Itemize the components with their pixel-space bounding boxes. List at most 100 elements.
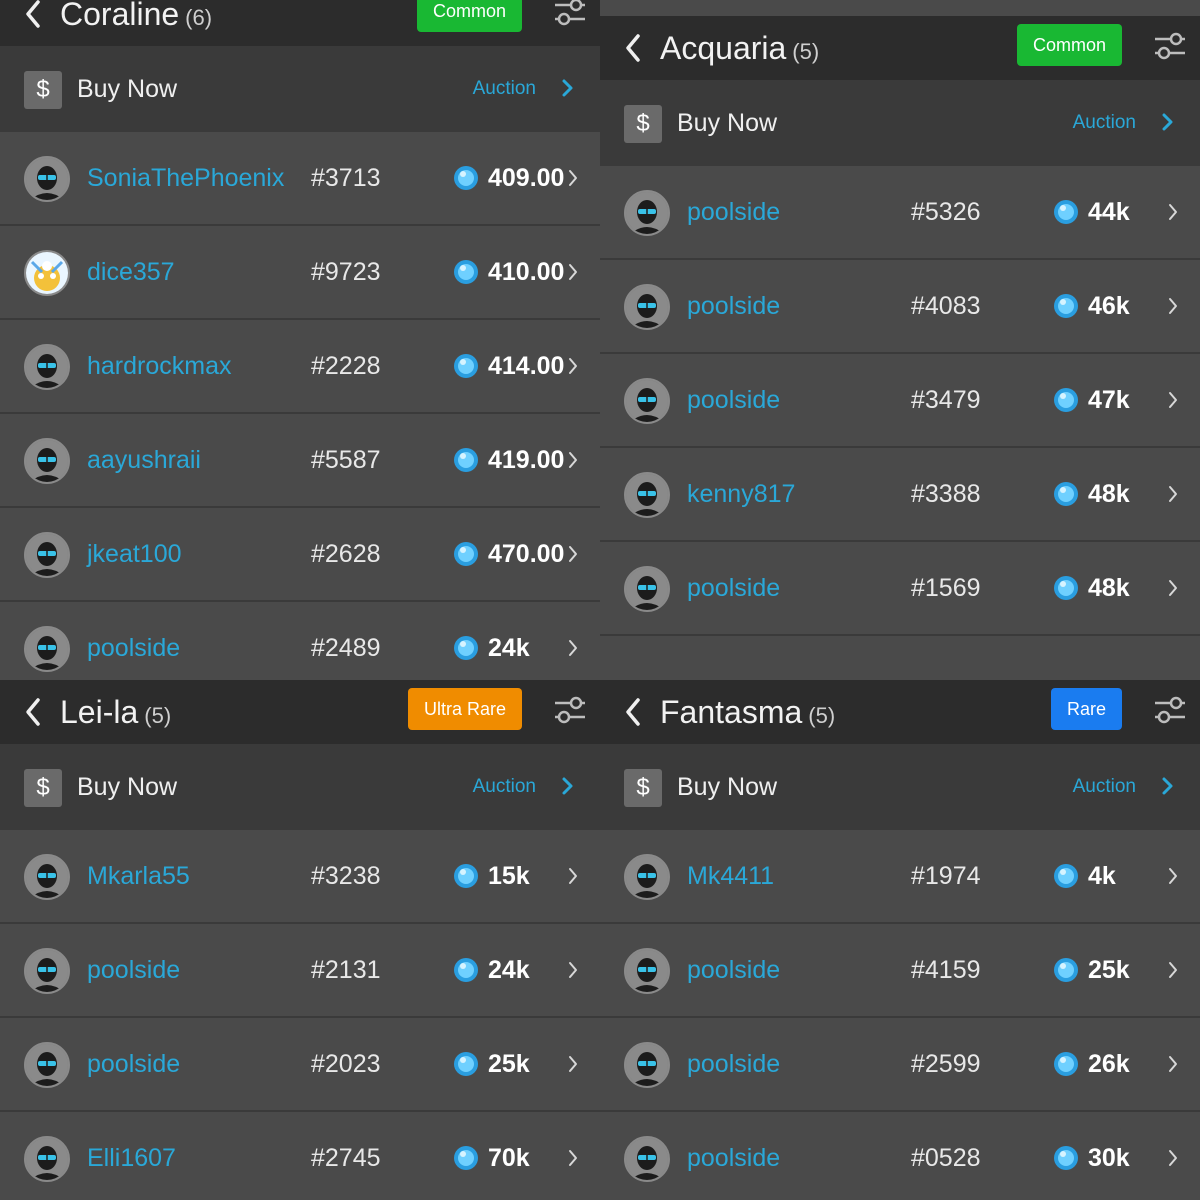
gem-currency-icon [453,259,479,285]
seller-username[interactable]: Mkarla55 [87,830,190,922]
listing-row[interactable]: poolside #3479 47k [600,354,1200,448]
sale-type-bar: $ Buy Now Auction [0,744,600,830]
chevron-right-icon[interactable] [568,168,578,188]
chevron-right-icon[interactable] [1160,107,1176,137]
chevron-right-icon[interactable] [1168,390,1178,410]
rarity-badge[interactable]: Ultra Rare [407,688,522,730]
seller-username[interactable]: kenny817 [687,448,795,540]
buy-now-label[interactable]: Buy Now [677,80,777,166]
chevron-right-icon[interactable] [568,638,578,658]
listing-row[interactable]: poolside #4159 25k [600,924,1200,1018]
chevron-right-icon[interactable] [560,771,576,801]
chevron-right-icon[interactable] [1168,1148,1178,1168]
listing-price: 48k [1088,480,1130,508]
listing-row[interactable]: poolside #1569 48k [600,542,1200,636]
chevron-right-icon[interactable] [1168,296,1178,316]
listing-row[interactable]: poolside #4083 46k [600,260,1200,354]
chevron-right-icon[interactable] [568,262,578,282]
seller-username[interactable]: aayushraii [87,414,201,506]
seller-username[interactable]: SoniaThePhoenix [87,132,284,224]
seller-username[interactable]: jkeat100 [87,508,182,600]
chevron-right-icon[interactable] [568,866,578,886]
chevron-right-icon[interactable] [568,1054,578,1074]
seller-username[interactable]: hardrockmax [87,320,232,412]
listing-row[interactable]: dice357 #9723 410.00 [0,226,600,320]
seller-username[interactable]: poolside [687,924,780,1016]
rarity-badge[interactable]: Rare [1050,688,1122,730]
chevron-right-icon[interactable] [568,1148,578,1168]
listing-row[interactable]: Elli1607 #2745 70k [0,1112,600,1200]
listing-row[interactable]: SoniaThePhoenix #3713 409.00 [0,132,600,226]
filter-sliders-icon[interactable] [1152,28,1188,64]
listing-row[interactable]: poolside #2131 24k [0,924,600,1018]
listing-row[interactable]: hardrockmax #2228 414.00 [0,320,600,414]
listing-row[interactable]: aayushraii #5587 419.00 [0,414,600,508]
filter-sliders-icon[interactable] [552,0,588,30]
listing-row[interactable]: Mk4411 #1974 4k [600,830,1200,924]
panel-header: Fantasma (5) Rare [600,680,1200,744]
chevron-right-icon[interactable] [560,73,576,103]
avatar [24,344,70,390]
listing-row[interactable]: poolside #0528 30k [600,1112,1200,1200]
listing-price: 48k [1088,574,1130,602]
seller-username[interactable]: poolside [687,542,780,634]
back-arrow-icon[interactable] [20,0,48,34]
listing-price: 15k [488,862,530,890]
listing-row[interactable]: Mkarla55 #3238 15k [0,830,600,924]
rarity-badge[interactable]: Common [416,0,522,32]
buy-now-label[interactable]: Buy Now [677,744,777,830]
chevron-right-icon[interactable] [1168,960,1178,980]
dollar-icon: $ [24,71,62,109]
chevron-right-icon[interactable] [568,960,578,980]
back-arrow-icon[interactable] [20,692,48,732]
avatar [624,948,670,994]
chevron-right-icon[interactable] [1160,771,1176,801]
serial-number: #2628 [311,540,381,568]
chevron-right-icon[interactable] [568,356,578,376]
listing-price: 410.00 [488,258,565,286]
listing-row[interactable]: kenny817 #3388 48k [600,448,1200,542]
rarity-badge[interactable]: Common [1016,24,1122,66]
chevron-right-icon[interactable] [1168,866,1178,886]
page-title: Coraline (6) [60,0,212,46]
avatar [624,472,670,518]
filter-sliders-icon[interactable] [1152,692,1188,728]
listing-row[interactable]: jkeat100 #2628 470.00 [0,508,600,602]
buy-now-label[interactable]: Buy Now [77,46,177,132]
auction-link[interactable]: Auction [1073,744,1136,830]
chevron-right-icon[interactable] [1168,202,1178,222]
buy-now-label[interactable]: Buy Now [77,744,177,830]
seller-username[interactable]: poolside [687,354,780,446]
back-arrow-icon[interactable] [620,692,648,732]
seller-username[interactable]: Mk4411 [687,830,774,922]
chevron-right-icon[interactable] [1168,1054,1178,1074]
seller-username[interactable]: poolside [87,924,180,1016]
listing-row[interactable]: poolside #2023 25k [0,1018,600,1112]
serial-number: #2228 [311,352,381,380]
marketplace-panel-fantasma: Fantasma (5) Rare $ Buy Now Auction Mk4411 #197… [600,680,1200,1200]
chevron-right-icon[interactable] [1168,484,1178,504]
marketplace-panel-acquaria: Acquaria (5) Common $ Buy Now Auction poolside… [600,0,1200,680]
serial-number: #0528 [911,1144,981,1172]
auction-link[interactable]: Auction [473,744,536,830]
back-arrow-icon[interactable] [620,28,648,68]
chevron-right-icon[interactable] [568,544,578,564]
auction-link[interactable]: Auction [473,46,536,132]
avatar [24,1136,70,1182]
seller-username[interactable]: Elli1607 [87,1112,176,1200]
filter-sliders-icon[interactable] [552,692,588,728]
seller-username[interactable]: dice357 [87,226,175,318]
seller-username[interactable]: poolside [87,1018,180,1110]
seller-username[interactable]: poolside [687,260,780,352]
seller-username[interactable]: poolside [687,166,780,258]
listing-row[interactable]: poolside #5326 44k [600,166,1200,260]
seller-username[interactable]: poolside [87,602,180,680]
chevron-right-icon[interactable] [1168,578,1178,598]
chevron-right-icon[interactable] [568,450,578,470]
listing-row[interactable]: poolside #2599 26k [600,1018,1200,1112]
listing-row[interactable]: poolside #2489 24k [0,602,600,680]
serial-number: #2023 [311,1050,381,1078]
auction-link[interactable]: Auction [1073,80,1136,166]
seller-username[interactable]: poolside [687,1112,780,1200]
seller-username[interactable]: poolside [687,1018,780,1110]
